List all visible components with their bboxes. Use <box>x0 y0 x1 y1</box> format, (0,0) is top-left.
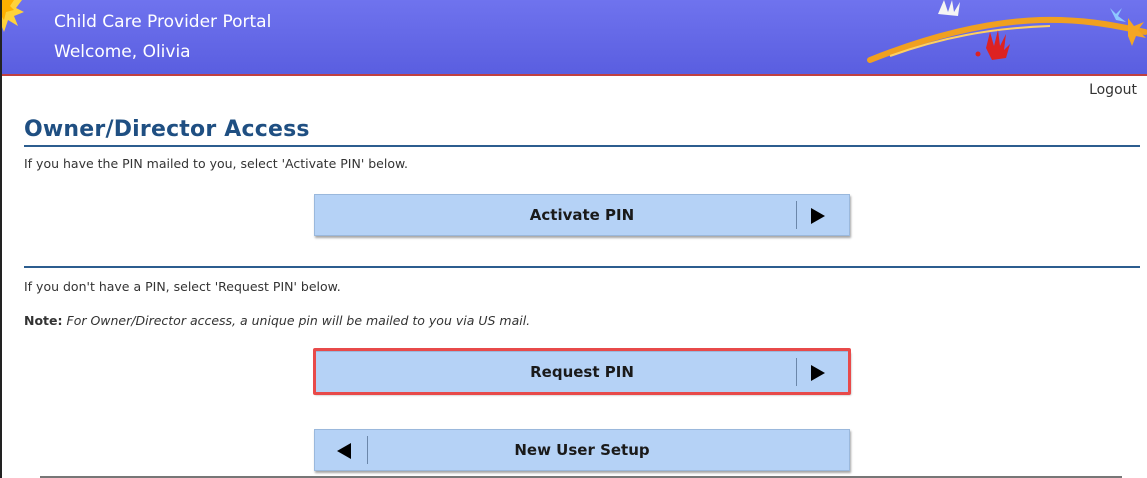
request-pin-label: Request PIN <box>530 363 634 381</box>
activate-pin-label: Activate PIN <box>529 206 635 224</box>
new-user-setup-label: New User Setup <box>514 441 650 459</box>
activate-instruction: If you have the PIN mailed to you, selec… <box>24 156 409 171</box>
section-divider <box>24 266 1140 268</box>
logout-link[interactable]: Logout <box>1089 82 1137 98</box>
arrow-left-icon <box>337 443 351 459</box>
hands-swoosh-icon <box>867 0 1147 63</box>
new-user-setup-button[interactable]: New User Setup <box>314 429 850 471</box>
note-line: Note: For Owner/Director access, a uniqu… <box>24 313 530 328</box>
activate-pin-button[interactable]: Activate PIN <box>314 194 850 236</box>
app-title: Child Care Provider Portal <box>54 12 272 32</box>
request-instruction: If you don't have a PIN, select 'Request… <box>24 279 341 294</box>
sun-icon <box>0 0 24 32</box>
portal-window: Child Care Provider Portal Welcome, Oliv… <box>0 0 1147 478</box>
left-frame-border <box>0 0 2 478</box>
note-label: Note: <box>24 313 63 328</box>
arrow-right-icon <box>811 365 825 381</box>
title-divider <box>24 145 1140 147</box>
welcome-text: Welcome, Olivia <box>54 42 191 62</box>
note-text: For Owner/Director access, a unique pin … <box>66 313 531 328</box>
arrow-right-icon <box>811 208 825 224</box>
request-pin-button[interactable]: Request PIN <box>314 351 850 393</box>
header-banner: Child Care Provider Portal Welcome, Oliv… <box>0 0 1147 76</box>
button-divider <box>367 436 368 464</box>
button-divider <box>796 201 797 229</box>
page-title: Owner/Director Access <box>24 117 310 142</box>
button-divider <box>796 358 797 386</box>
